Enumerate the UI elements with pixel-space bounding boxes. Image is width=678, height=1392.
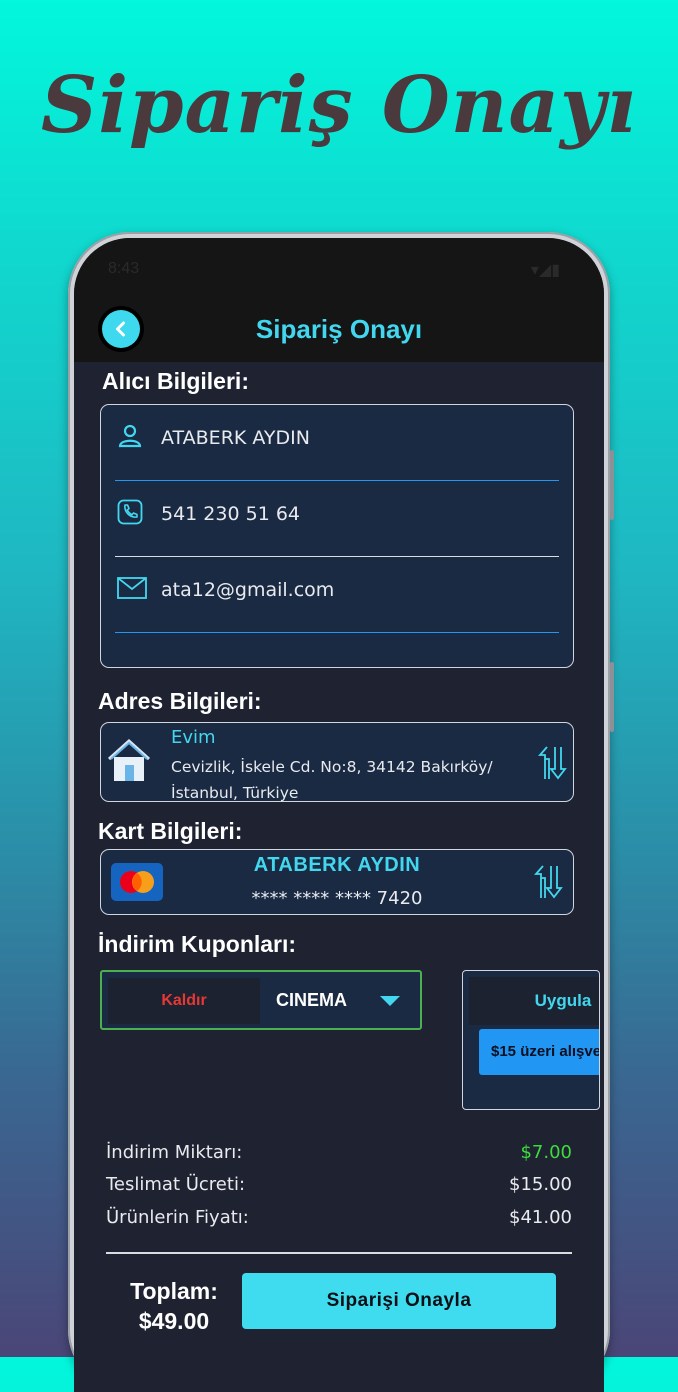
email-underline (115, 631, 559, 633)
coupons-section-label: İndirim Kuponları: (98, 931, 297, 957)
status-bar: 8:43 ▾◢▮ (74, 238, 604, 296)
caret-down-icon[interactable] (380, 996, 400, 1006)
apply-coupon-button[interactable]: Uygula (503, 991, 599, 1011)
coupon-selector[interactable]: Kaldır CINEMA (100, 970, 422, 1030)
coupon-code: CINEMA (276, 990, 347, 1010)
email-value: ata12@gmail.com (161, 579, 335, 601)
status-time: 8:43 (108, 260, 140, 277)
page-title: Sipariş Onayı (255, 314, 423, 344)
person-icon (118, 424, 142, 448)
card-section-label: Kart Bilgileri: (98, 818, 243, 844)
address-name: Evim (171, 727, 216, 748)
volume-button (610, 450, 614, 520)
phone-icon (117, 499, 143, 525)
phone-value: 541 230 51 64 (161, 503, 301, 525)
payment-card[interactable]: ATABERK AYDIN **** **** **** 7420 (100, 849, 574, 915)
address-card[interactable]: Evim Cevizlik, İskele Cd. No:8, 34142 Ba… (100, 722, 574, 802)
products-value: $41.00 (509, 1207, 572, 1228)
total-block: Toplam: $49.00 (114, 1276, 234, 1336)
discount-row: İndirim Miktarı: $7.00 (106, 1142, 572, 1172)
coupon-apply-panel: Uygula $15 üzeri alışverişte $7 indirim (462, 970, 600, 1110)
email-field[interactable]: ata12@gmail.com (115, 557, 559, 633)
swap-icon[interactable] (537, 745, 567, 781)
phone-frame: 8:43 ▾◢▮ Sipariş Onayı Alıcı Bilgileri: … (68, 232, 614, 1392)
phone-field[interactable]: 541 230 51 64 (115, 481, 559, 557)
delivery-label: Teslimat Ücreti: (106, 1174, 246, 1195)
delivery-value: $15.00 (509, 1174, 572, 1195)
products-row: Ürünlerin Fiyatı: $41.00 (106, 1207, 572, 1237)
products-label: Ürünlerin Fiyatı: (106, 1207, 249, 1228)
recipient-card: ATABERK AYDIN 541 230 51 64 ata12@gmail.… (100, 404, 574, 668)
mail-icon (117, 577, 147, 599)
recipient-section-label: Alıcı Bilgileri: (102, 368, 249, 394)
confirm-order-button[interactable]: Siparişi Onayla (242, 1273, 556, 1329)
address-text: Cevizlik, İskele Cd. No:8, 34142 Bakırkö… (171, 758, 493, 802)
address-section-label: Adres Bilgileri: (98, 688, 262, 714)
delivery-row: Teslimat Ücreti: $15.00 (106, 1174, 572, 1204)
name-value: ATABERK AYDIN (161, 427, 310, 449)
swap-icon[interactable] (533, 864, 563, 900)
hero-title: Sipariş Onayı (41, 60, 637, 151)
status-icons: ▾◢▮ (530, 260, 560, 279)
app-bar: Sipariş Onayı (74, 296, 604, 362)
app-screen: 8:43 ▾◢▮ Sipariş Onayı Alıcı Bilgileri: … (74, 238, 604, 1392)
discount-value: $7.00 (520, 1142, 572, 1163)
total-value: $49.00 (138, 1308, 210, 1334)
card-holder-name: ATABERK AYDIN (253, 854, 421, 876)
promo-chip[interactable]: $15 üzeri alışverişte $7 indirim (479, 1029, 599, 1075)
house-icon (107, 738, 151, 781)
name-field[interactable]: ATABERK AYDIN (115, 405, 559, 481)
remove-coupon-button[interactable]: Kaldır (108, 978, 260, 1024)
card-number: **** **** **** 7420 (251, 888, 423, 909)
total-label: Toplam: (130, 1278, 218, 1304)
power-button (610, 662, 614, 732)
discount-label: İndirim Miktarı: (106, 1142, 243, 1163)
summary-divider (106, 1252, 572, 1254)
